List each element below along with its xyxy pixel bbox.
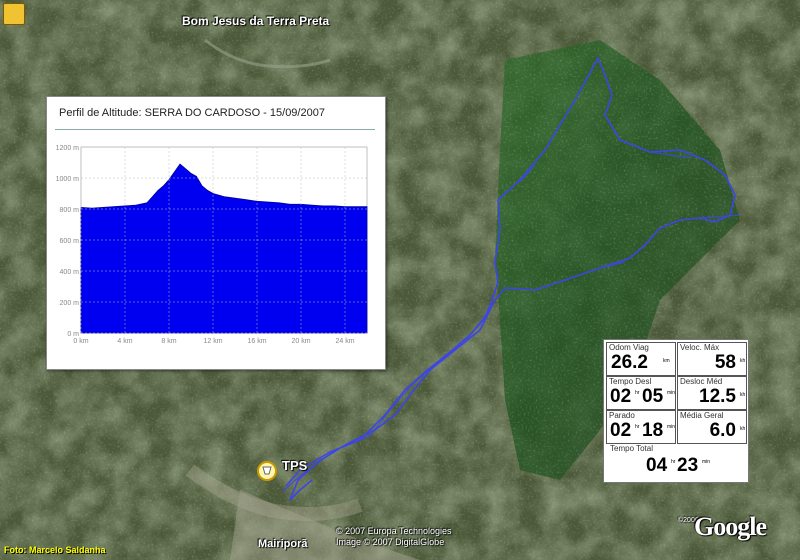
stat-odometer: Odom Viag 26.2 km [606,342,676,376]
credit-line-2: Image © 2007 DigitalGlobe [336,537,445,547]
stat-stopped: Parado 02 hr 18 min [606,410,676,444]
stat-minutes: 18 [642,420,664,441]
stat-unit: min [702,459,711,465]
stat-value: 12.5 [699,386,736,407]
stat-unit: min [667,390,676,396]
stat-label: Parado [609,411,635,420]
y-tick-label: 200 m [60,300,80,307]
stat-label: Média Geral [680,411,724,420]
y-tick-label: 0 m [67,331,79,338]
y-tick-label: 400 m [60,269,80,276]
stat-unit: hr [635,424,640,430]
stat-avg-moving: Desloc Méd 12.5 kh [677,376,747,410]
altitude-profile-panel: Perfil de Altitude: SERRA DO CARDOSO - 1… [46,96,386,370]
stat-value: 26.2 [611,352,648,373]
x-tick-label: 16 km [247,338,266,345]
stat-unit: kh [740,392,746,398]
y-tick-label: 1000 m [56,176,80,183]
x-tick-label: 8 km [161,338,176,345]
waypoint-pin-icon[interactable] [256,460,278,486]
stat-unit: km [663,358,670,364]
stat-unit: hr [671,459,676,465]
stat-unit: kh [740,358,746,364]
x-tick-label: 0 km [73,338,88,345]
stat-total-time: Tempo Total 04 hr 23 min [606,444,746,480]
x-tick-label: 24 km [335,338,354,345]
stat-value: 58 [714,352,736,373]
altitude-chart: 0 m 200 m 400 m 600 m 800 m 1000 m 1200 m 0 km 4… [56,145,368,345]
stat-label: Tempo Desl [609,377,652,386]
town-label-bom-jesus: Bom Jesus da Terra Preta [182,14,330,28]
photo-credit: Foto: Marcelo Saldanha [4,545,106,555]
stat-unit: kh [740,426,746,432]
google-logo: Google [694,512,767,541]
stat-max-speed: Veloc. Máx 58 kh [677,342,747,376]
stat-value: 6.0 [709,420,736,441]
stat-avg-overall: Média Geral 6.0 kh [677,410,747,444]
stat-minutes: 05 [642,386,664,407]
stat-hours: 02 [610,420,632,441]
stat-minutes: 23 [677,455,699,476]
waypoint-label[interactable]: TPS [282,458,307,473]
stat-label: Odom Viag [609,343,649,352]
town-label-mairipora: Mairiporã [258,538,308,550]
x-tick-label: 20 km [291,338,310,345]
stat-label: Veloc. Máx [680,343,720,352]
stat-moving-time: Tempo Desl 02 hr 05 min [606,376,676,410]
app-logo-icon [3,3,25,25]
y-tick-label: 1200 m [56,145,80,152]
x-tick-label: 4 km [117,338,132,345]
y-tick-label: 600 m [60,238,80,245]
stat-hours: 04 [646,455,668,476]
stat-hours: 02 [610,386,632,407]
trip-stats-panel: Odom Viag 26.2 km Veloc. Máx 58 kh Tempo… [603,339,749,483]
x-tick-label: 12 km [203,338,222,345]
stat-unit: hr [635,390,640,396]
credit-line-1: © 2007 Europa Technologies [336,526,452,536]
y-tick-label: 800 m [60,207,80,214]
profile-divider [55,129,375,130]
stat-label: Tempo Total [610,444,653,453]
stat-unit: min [667,424,676,430]
profile-title: Perfil de Altitude: SERRA DO CARDOSO - 1… [59,107,325,119]
stat-label: Desloc Méd [680,377,723,386]
map-credits: © 2007 Europa Technologies Image © 2007 … [336,526,452,548]
